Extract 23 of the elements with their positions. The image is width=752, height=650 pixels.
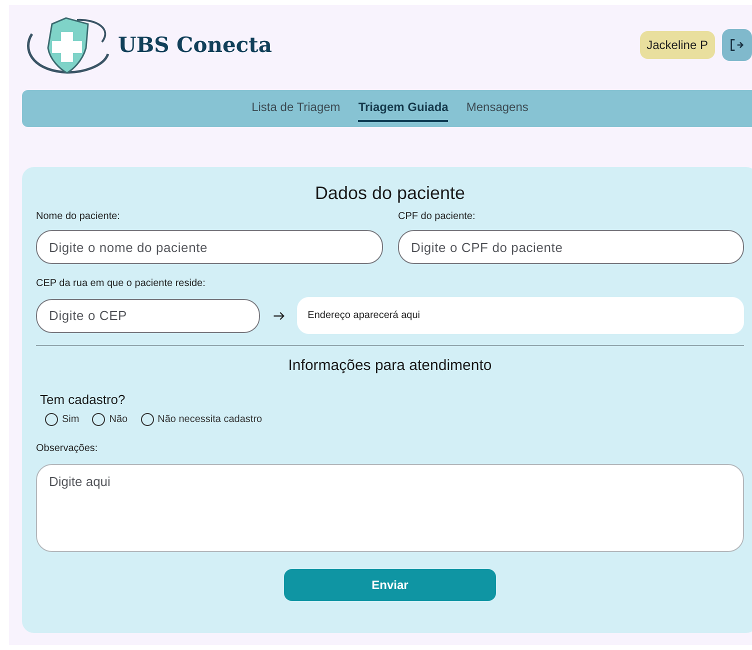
app-title: UBS Conecta [118, 31, 272, 60]
text-field[interactable]: Digite o CEP [36, 298, 260, 332]
section-title: Informações para atendimento [287, 356, 493, 376]
logout-icon [728, 37, 744, 53]
field-label: Observações: [36, 442, 99, 456]
section-title: Dados do paciente [314, 182, 466, 205]
field-label: CEP da rua em que o paciente reside: [36, 277, 206, 291]
nav-tab[interactable]: Lista de Triagem [252, 95, 340, 122]
address-display: Endereço aparecerá aqui [296, 297, 744, 334]
radio-option[interactable]: Não [92, 412, 128, 427]
question-label: Tem cadastro? [40, 390, 126, 408]
radio-option[interactable]: Não necessita cadastro [140, 412, 262, 427]
radio-option[interactable]: Sim [45, 412, 80, 427]
field-label: CPF do paciente: [398, 210, 476, 224]
submit-button[interactable]: Enviar [284, 569, 496, 601]
user-badge: Jackeline P [640, 31, 715, 59]
nav-tab[interactable]: Triagem Guiada [358, 95, 448, 122]
field-label: Nome do paciente: [36, 210, 121, 224]
nav-tab[interactable]: Mensagens [466, 95, 528, 122]
logout-button[interactable] [722, 29, 752, 61]
notes-field[interactable]: Digite aqui [36, 464, 744, 552]
text-field[interactable]: Digite o CPF do paciente [398, 230, 744, 264]
text-field[interactable]: Digite o nome do paciente [36, 230, 383, 264]
